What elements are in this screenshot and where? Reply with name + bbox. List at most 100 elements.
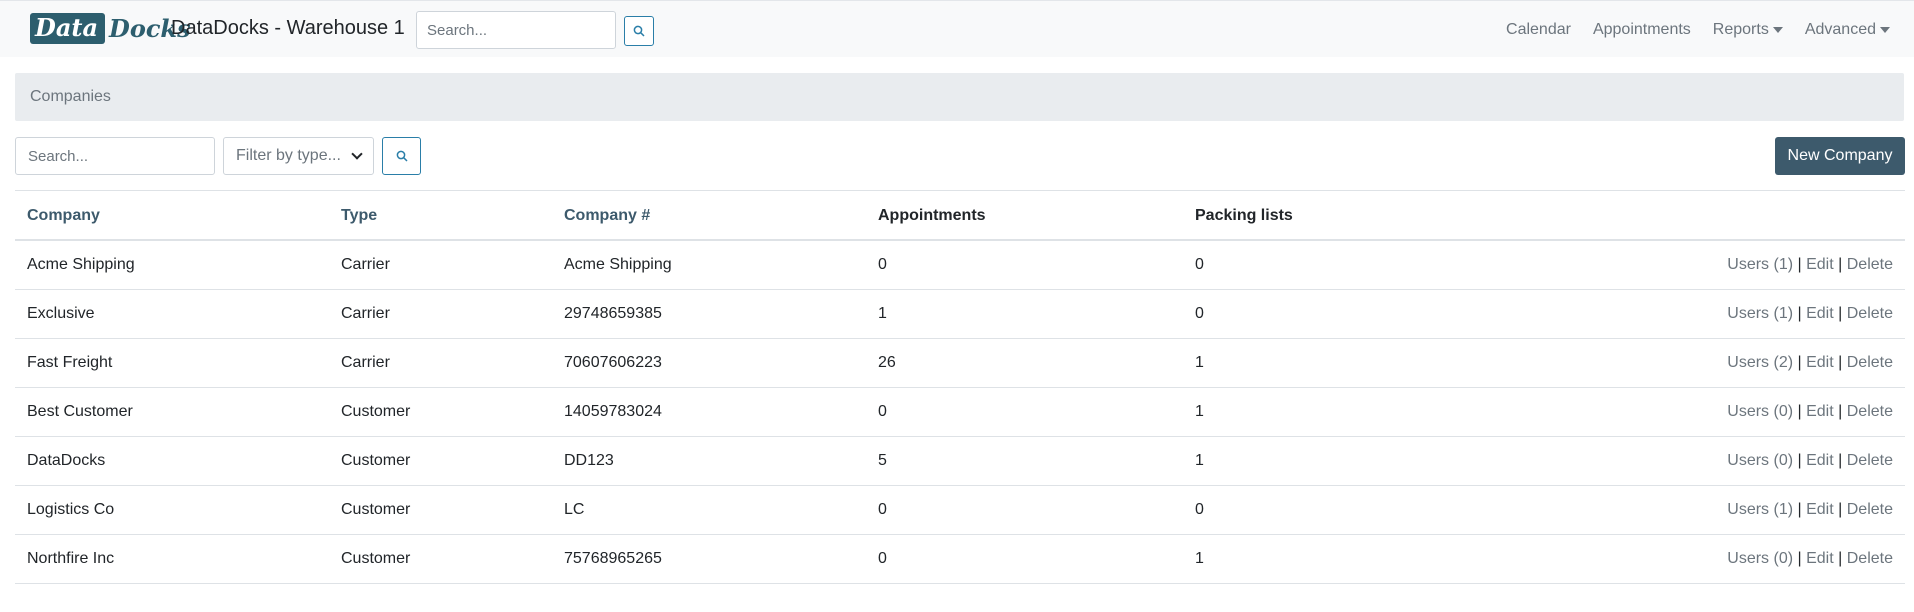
row-actions: Users (0) | Edit | Delete [1727,437,1893,485]
company-search-input[interactable] [15,137,215,175]
row-actions: Users (1) | Edit | Delete [1727,486,1893,534]
cell-company-number: DD123 [564,452,614,469]
cell-company-number: 75768965265 [564,550,662,567]
column-header-packing-lists: Packing lists [1195,207,1293,224]
chevron-down-icon [351,148,363,160]
separator: | [1797,550,1802,567]
row-actions: Users (1) | Edit | Delete [1727,290,1893,338]
cell-type: Customer [341,403,411,420]
row-actions: Users (2) | Edit | Delete [1727,339,1893,387]
cell-appointments: 1 [878,305,887,322]
app-title[interactable]: DataDocks - Warehouse 1 [171,17,405,40]
nav-search-button[interactable] [624,16,654,46]
edit-link[interactable]: Edit [1806,305,1834,322]
cell-appointments: 26 [878,354,896,371]
separator: | [1838,452,1843,469]
separator: | [1797,305,1802,322]
cell-appointments: 0 [878,550,887,567]
edit-link[interactable]: Edit [1806,452,1834,469]
separator: | [1797,452,1802,469]
column-header-company[interactable]: Company [27,191,100,240]
nav-link-calendar[interactable]: Calendar [1506,21,1571,39]
cell-type: Carrier [341,256,390,273]
delete-link[interactable]: Delete [1847,354,1893,371]
caret-down-icon [1772,26,1783,33]
column-header-type[interactable]: Type [341,191,377,240]
cell-appointments: 5 [878,452,887,469]
brand-logo[interactable]: Data Docks [30,12,191,45]
search-icon [633,25,645,37]
delete-link[interactable]: Delete [1847,256,1893,273]
row-actions: Users (0) | Edit | Delete [1727,535,1893,583]
cell-type: Customer [341,550,411,567]
users-link[interactable]: Users (0) [1727,452,1793,469]
separator: | [1838,305,1843,322]
delete-link[interactable]: Delete [1847,550,1893,567]
new-company-button[interactable]: New Company [1775,137,1905,175]
search-icon [396,150,408,162]
users-link[interactable]: Users (1) [1727,256,1793,273]
cell-company-number: 14059783024 [564,403,662,420]
cell-company: Fast Freight [27,354,113,371]
edit-link[interactable]: Edit [1806,403,1834,420]
users-link[interactable]: Users (0) [1727,403,1793,420]
table-row: DataDocks Customer DD123 5 1 Users (0) |… [15,437,1905,486]
cell-company: Acme Shipping [27,256,135,273]
table-row: Acme Shipping Carrier Acme Shipping 0 0 … [15,241,1905,290]
cell-packing-lists: 0 [1195,501,1204,518]
navbar: Data Docks DataDocks - Warehouse 1 Calen… [0,0,1914,57]
separator: | [1797,256,1802,273]
cell-company-number: Acme Shipping [564,256,672,273]
row-actions: Users (0) | Edit | Delete [1727,388,1893,436]
cell-company: DataDocks [27,452,106,469]
cell-appointments: 0 [878,256,887,273]
cell-company: Logistics Co [27,501,115,518]
cell-type: Customer [341,501,411,518]
table-row: Exclusive Carrier 29748659385 1 0 Users … [15,290,1905,339]
caret-down-icon [1880,26,1890,33]
separator: | [1838,550,1843,567]
column-header-company-number[interactable]: Company # [564,191,650,240]
separator: | [1838,501,1843,518]
users-link[interactable]: Users (0) [1727,550,1793,567]
edit-link[interactable]: Edit [1806,256,1834,273]
cell-appointments: 0 [878,501,887,518]
type-filter-value: Filter by type... [236,147,341,164]
delete-link[interactable]: Delete [1847,403,1893,420]
cell-company: Northfire Inc [27,550,115,567]
nav-search-input[interactable] [416,11,616,49]
separator: | [1797,501,1802,518]
filter-search-button[interactable] [382,137,421,175]
cell-company: Exclusive [27,305,95,322]
separator: | [1838,354,1843,371]
table-row: Fast Freight Carrier 70607606223 26 1 Us… [15,339,1905,388]
nav-link-label: Reports [1712,20,1769,38]
delete-link[interactable]: Delete [1847,305,1893,322]
cell-type: Customer [341,452,411,469]
nav-link-appointments[interactable]: Appointments [1593,21,1691,39]
delete-link[interactable]: Delete [1847,452,1893,469]
delete-link[interactable]: Delete [1847,501,1893,518]
separator: | [1797,403,1802,420]
table-row: Northfire Inc Customer 75768965265 0 1 U… [15,535,1905,584]
edit-link[interactable]: Edit [1806,501,1834,518]
breadcrumb: Companies [15,73,1904,121]
cell-company-number: 70607606223 [564,354,662,371]
separator: | [1797,354,1802,371]
separator: | [1838,403,1843,420]
breadcrumb-companies: Companies [30,88,111,105]
edit-link[interactable]: Edit [1806,354,1834,371]
nav-link-label: Appointments [1592,20,1691,38]
users-link[interactable]: Users (1) [1727,501,1793,518]
cell-packing-lists: 0 [1195,305,1204,322]
edit-link[interactable]: Edit [1806,550,1834,567]
cell-company: Best Customer [27,403,133,420]
users-link[interactable]: Users (2) [1727,354,1793,371]
logo-data-text: Data [30,13,105,44]
nav-dropdown-reports[interactable]: Reports [1713,21,1783,39]
type-filter-select[interactable]: Filter by type... [223,137,374,175]
cell-packing-lists: 1 [1195,354,1204,371]
nav-dropdown-advanced[interactable]: Advanced [1805,21,1890,39]
cell-type: Carrier [341,305,390,322]
users-link[interactable]: Users (1) [1727,305,1793,322]
